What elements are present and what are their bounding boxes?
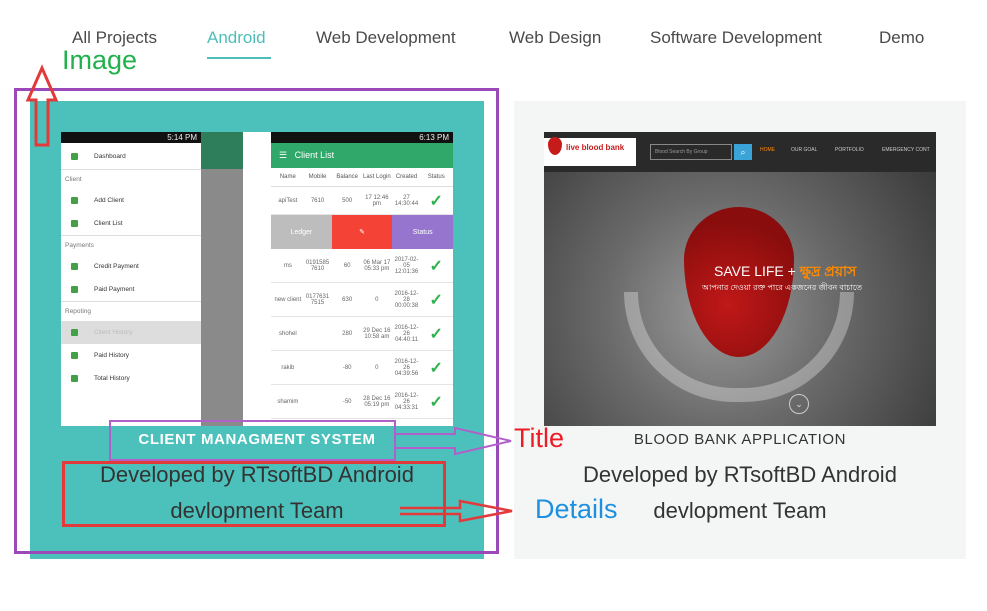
filter-demo[interactable]: Demo [879,28,924,48]
filter-web-design[interactable]: Web Design [509,28,601,48]
annotation-details-box [62,461,446,527]
menu-emergency-contact: EMERGENCY CONT [882,147,930,153]
project-card-blood-bank[interactable]: SAVE LIFE + ক্ষুদ্র প্রয়াস আপনার দেওয়া… [514,101,966,559]
project-title[interactable]: BLOOD BANK APPLICATION [514,431,966,448]
annotation-label-details: Details [535,494,618,524]
project-filter-nav: All Projects Android Web Development Web… [0,28,987,59]
annotation-title-box [109,420,396,461]
annotation-label-title: Title [514,423,565,453]
search-icon: ⌕ [734,144,752,160]
chevron-down-icon: ⌄ [789,394,809,414]
blood-search-input: Blood Search By Group [650,144,732,160]
hero-background: SAVE LIFE + ক্ষুদ্র প্রয়াস আপনার দেওয়া… [544,172,936,426]
project-image[interactable]: SAVE LIFE + ক্ষুদ্র প্রয়াস আপনার দেওয়া… [544,132,936,426]
filter-software-development[interactable]: Software Development [650,28,822,48]
annotation-label-image: Image [62,45,138,75]
filter-android[interactable]: Android [207,28,266,48]
menu-portfolio: PORTFOLIO [835,147,864,153]
site-header: live blood bank Blood Search By Group ⌕ … [544,132,936,172]
menu-our-goal: OUR GOAL [791,147,818,153]
menu-home: HOME [760,147,775,153]
hero-subtitle: আপনার দেওয়া রক্ত পারে একজনের জীবন বাচাত… [702,283,863,292]
active-filter-underline [207,57,271,59]
filter-web-development[interactable]: Web Development [316,28,456,48]
hero-slogan: SAVE LIFE + ক্ষুদ্র প্রয়াস [714,263,857,279]
